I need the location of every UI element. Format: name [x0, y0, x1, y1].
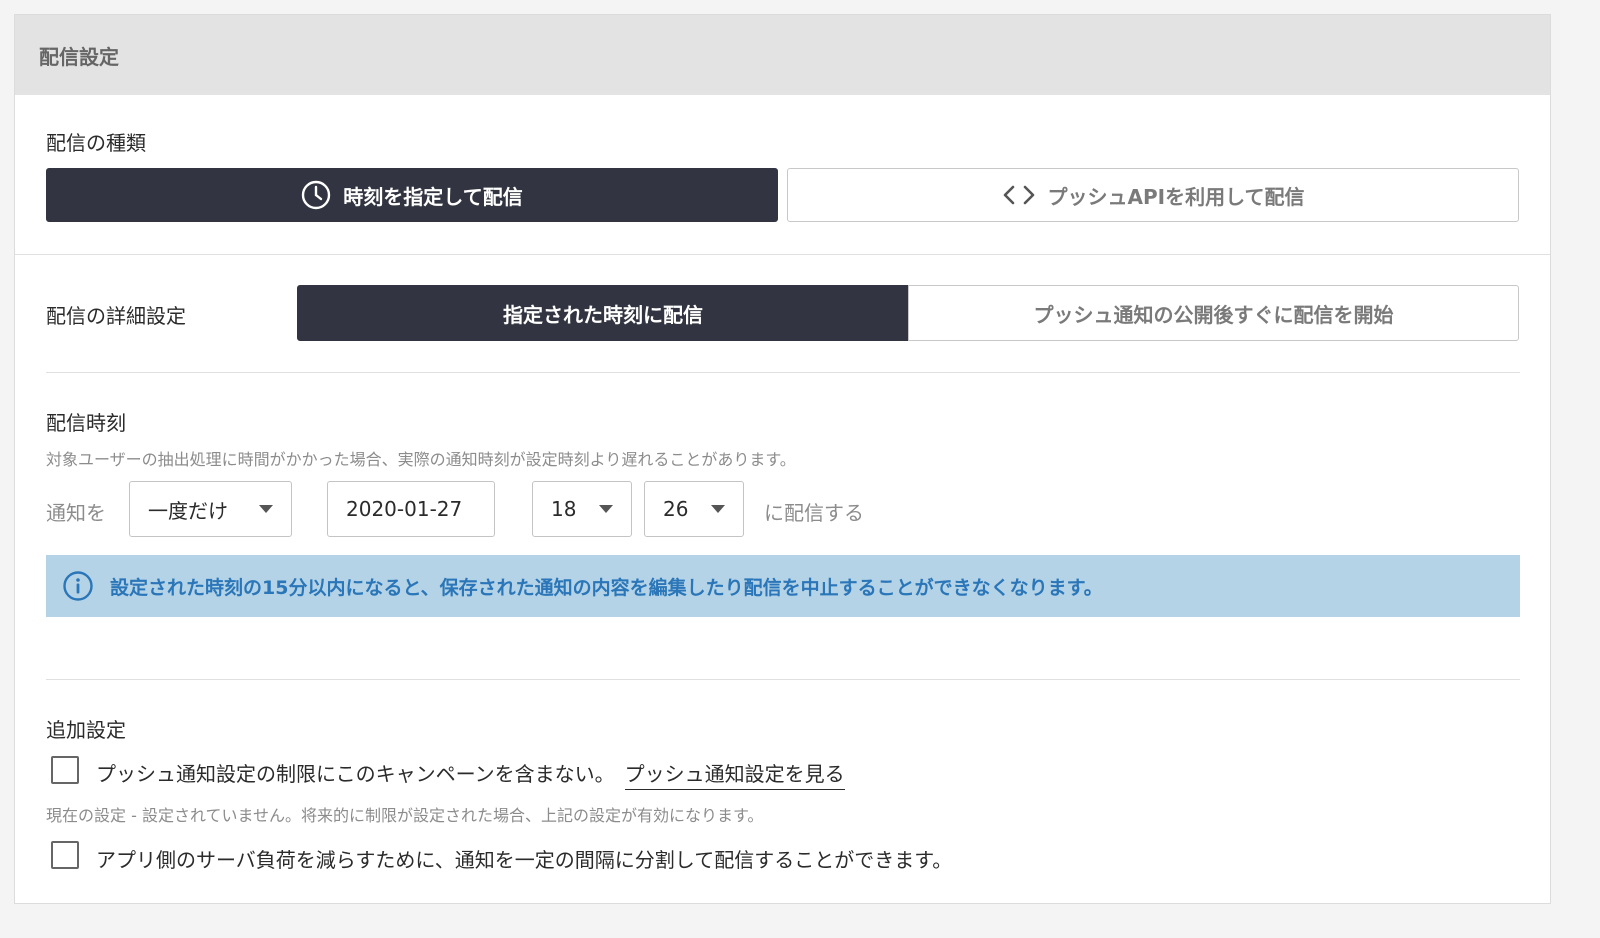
frequency-value: 一度だけ — [148, 498, 228, 523]
notify-prefix-label: 通知を — [46, 501, 106, 525]
detail-settings-label: 配信の詳細設定 — [46, 304, 186, 328]
scheduled-delivery-label: 時刻を指定して配信 — [343, 184, 523, 209]
chevron-down-icon — [259, 505, 273, 513]
delivery-type-label: 配信の種類 — [46, 131, 146, 155]
frequency-select[interactable]: 一度だけ — [129, 481, 292, 537]
divider — [46, 372, 1520, 373]
push-api-delivery-option[interactable]: プッシュAPIを利用して配信 — [787, 168, 1519, 222]
delivery-time-hint: 対象ユーザーの抽出処理に時間がかかった場合、実際の通知時刻が設定時刻より遅れるこ… — [46, 450, 796, 469]
push-api-delivery-label: プッシュAPIを利用して配信 — [1047, 184, 1305, 209]
at-specified-time-option[interactable]: 指定された時刻に配信 — [297, 285, 909, 341]
clock-icon — [301, 180, 331, 210]
chevron-down-icon — [599, 505, 613, 513]
info-icon — [62, 570, 94, 602]
additional-settings-label: 追加設定 — [46, 718, 126, 742]
at-specified-time-label: 指定された時刻に配信 — [503, 302, 703, 327]
exclude-from-limit-checkbox[interactable] — [51, 756, 79, 784]
info-text: 設定された時刻の15分以内になると、保存された通知の内容を編集したり配信を中止す… — [110, 576, 1103, 599]
code-icon — [1002, 184, 1036, 206]
chevron-down-icon — [711, 505, 725, 513]
info-banner: 設定された時刻の15分以内になると、保存された通知の内容を編集したり配信を中止す… — [46, 555, 1520, 617]
divider — [15, 254, 1550, 255]
exclude-from-limit-text: プッシュ通知設定の制限にこのキャンペーンを含まない。 — [96, 762, 615, 786]
split-delivery-checkbox[interactable] — [51, 841, 79, 869]
view-push-settings-link[interactable]: プッシュ通知設定を見る — [624, 762, 845, 790]
delivery-time-label: 配信時刻 — [46, 411, 126, 435]
deliver-suffix-label: に配信する — [764, 501, 864, 525]
divider — [46, 679, 1520, 680]
hour-value: 18 — [551, 497, 577, 521]
scheduled-delivery-option[interactable]: 時刻を指定して配信 — [46, 168, 778, 222]
immediately-after-publish-option[interactable]: プッシュ通知の公開後すぐに配信を開始 — [908, 285, 1519, 341]
split-delivery-label: アプリ側のサーバ負荷を減らすために、通知を一定の間隔に分割して配信することができ… — [96, 848, 953, 872]
immediately-after-publish-label: プッシュ通知の公開後すぐに配信を開始 — [1033, 302, 1394, 327]
delivery-settings-panel: 配信設定 配信の種類 時刻を指定して配信 プッシュAPIを利用して配信 配信の詳… — [14, 14, 1551, 904]
minute-select[interactable]: 26 — [644, 481, 744, 537]
date-input[interactable]: 2020-01-27 — [327, 481, 495, 537]
hour-select[interactable]: 18 — [532, 481, 632, 537]
minute-value: 26 — [663, 497, 689, 521]
date-value: 2020-01-27 — [346, 497, 463, 521]
exclude-from-limit-label: プッシュ通知設定の制限にこのキャンペーンを含まない。 プッシュ通知設定を見る — [96, 758, 845, 790]
panel-title: 配信設定 — [15, 15, 1550, 95]
current-setting-note: 現在の設定 - 設定されていません。将来的に制限が設定された場合、上記の設定が有… — [46, 806, 764, 825]
